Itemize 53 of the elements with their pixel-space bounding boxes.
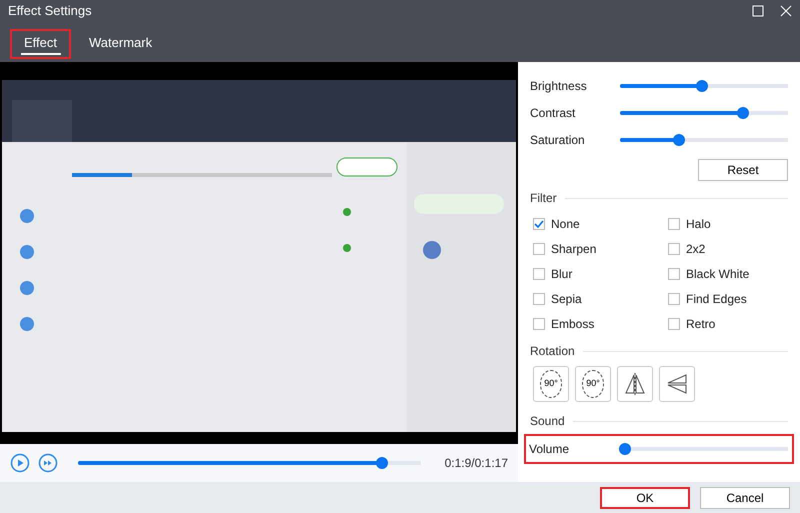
section-title: Sound: [530, 412, 788, 430]
option-label: Black White: [686, 266, 750, 282]
tab[interactable]: Watermark: [75, 29, 166, 59]
checkbox[interactable]: [533, 268, 545, 280]
checkbox[interactable]: [668, 292, 680, 304]
flip-horizontal-button[interactable]: [617, 366, 653, 402]
option-label: None: [551, 216, 580, 232]
section-title: Filter: [530, 189, 788, 207]
play-icon: [10, 453, 30, 473]
flip-horizontal-icon: [623, 372, 647, 396]
seek-thumb[interactable]: [376, 457, 388, 469]
checkbox[interactable]: [668, 318, 680, 330]
volume-thumb[interactable]: [619, 443, 631, 455]
close-icon: [780, 5, 792, 17]
section-title: Rotation: [530, 342, 788, 360]
option-label: Find Edges: [686, 290, 747, 308]
slider-thumb[interactable]: [696, 80, 708, 92]
slider-label: Contrast: [530, 104, 576, 122]
option-label: Sepia: [551, 290, 582, 308]
option-label: 2x2: [686, 240, 706, 258]
option-label: Halo: [686, 216, 711, 232]
maximize-icon: [752, 5, 764, 17]
checkbox[interactable]: [668, 218, 680, 230]
dialog-button[interactable]: Cancel: [700, 486, 790, 508]
option-label: Blur: [551, 266, 572, 282]
window-title: Effect Settings: [7, 2, 93, 20]
option-label: Emboss: [551, 316, 594, 332]
checkbox[interactable]: [533, 218, 545, 230]
checkbox[interactable]: [668, 268, 680, 280]
slider-label: Volume: [529, 441, 570, 458]
checkbox[interactable]: [533, 242, 545, 254]
checkbox[interactable]: [533, 292, 545, 304]
dialog-button[interactable]: OK: [600, 486, 690, 508]
option-label: Retro: [686, 316, 716, 332]
option-label: Sharpen: [551, 240, 596, 258]
flip-vertical-icon: [665, 372, 689, 396]
checkbox[interactable]: [533, 318, 545, 330]
slider-label: Brightness: [530, 78, 588, 94]
checkbox[interactable]: [668, 242, 680, 254]
reset-button[interactable]: Reset: [698, 159, 788, 181]
tab[interactable]: Effect: [10, 29, 72, 59]
rotate-label: 90°: [540, 370, 562, 398]
slider-label: Saturation: [530, 132, 586, 148]
rotate-label: 90°: [582, 370, 604, 398]
flip-vertical-button[interactable]: [659, 366, 695, 402]
play-button[interactable]: [10, 453, 30, 473]
rotate-right-button[interactable]: 90°: [575, 366, 611, 402]
fast-forward-icon: [38, 453, 58, 473]
slider-thumb[interactable]: [673, 134, 686, 146]
rotate-left-button[interactable]: 90°: [533, 366, 569, 402]
fast-forward-button[interactable]: [38, 453, 58, 473]
slider-thumb[interactable]: [737, 106, 749, 118]
playback-time: 0:1:9/0:1:17: [444, 455, 508, 472]
